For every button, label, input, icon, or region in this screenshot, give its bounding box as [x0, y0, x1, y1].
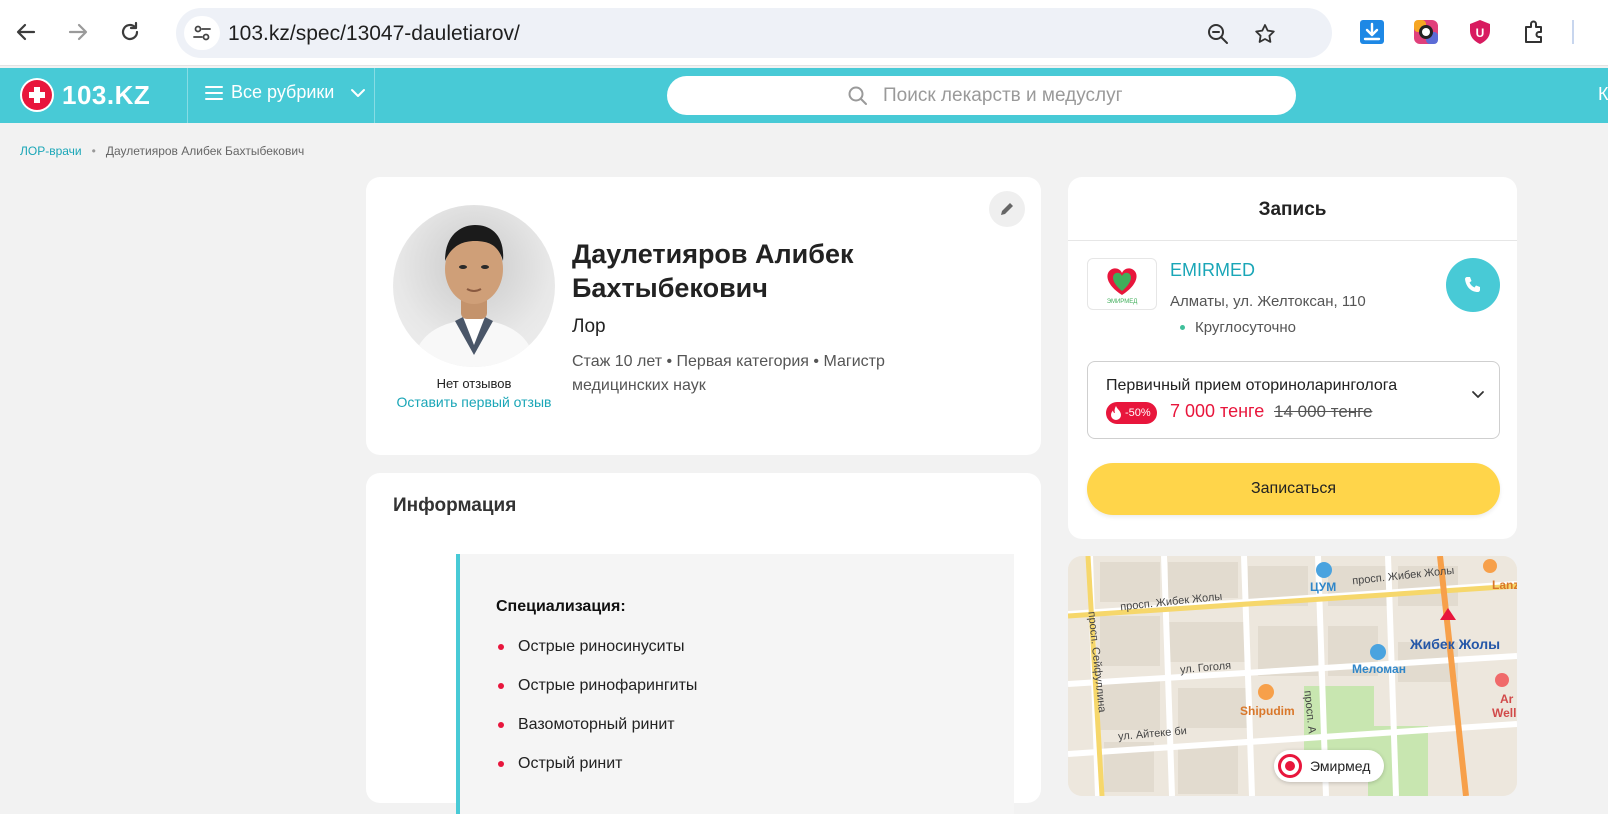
- fire-icon: [1111, 406, 1121, 420]
- svg-text:U: U: [1476, 26, 1485, 40]
- clinic-logo[interactable]: ЭМИРМЕД: [1087, 258, 1157, 310]
- download-extension-icon[interactable]: [1356, 16, 1388, 48]
- shield-extension-icon[interactable]: U: [1464, 16, 1496, 48]
- reload-icon: [121, 21, 139, 41]
- list-item: Вазомоторный ринит: [496, 716, 697, 755]
- specialization-list: Острые риносинуситы Острые ринофарингиты…: [496, 638, 697, 794]
- list-item: Острые риносинуситы: [496, 638, 697, 677]
- toolbar-divider: [1572, 20, 1574, 44]
- site-info-icon[interactable]: [184, 16, 220, 50]
- back-arrow-icon: [16, 23, 36, 41]
- booking-divider: [1068, 240, 1517, 241]
- map-poi-label: Wellne: [1492, 706, 1517, 720]
- header-divider-2: [374, 68, 375, 123]
- breadcrumb: ЛОР-врачи • Даулетияров Алибек Бахтыбеко…: [20, 144, 304, 158]
- url-text[interactable]: 103.kz/spec/13047-dauletiarov/: [228, 22, 520, 46]
- price-old: 14 000 тенге: [1274, 402, 1373, 421]
- booking-card: Запись ЭМИРМЕД EMIRMED Алматы, ул. Желто…: [1068, 177, 1517, 539]
- discount-badge: -50%: [1106, 402, 1157, 424]
- breadcrumb-current: Даулетияров Алибек Бахтыбекович: [105, 144, 305, 158]
- edit-button[interactable]: [989, 191, 1025, 227]
- clinic-logo-text: ЭМИРМЕД: [1107, 299, 1138, 305]
- doctor-card: Нет отзывов Оставить первый отзыв Даулет…: [366, 177, 1041, 455]
- site-logo[interactable]: 103.KZ: [20, 78, 150, 112]
- extensions-puzzle-icon[interactable]: [1518, 16, 1550, 48]
- open-status-dot: [1180, 325, 1185, 330]
- phone-icon: [1465, 277, 1480, 292]
- location-pin-icon: [1278, 754, 1302, 778]
- doctor-name: Даулетияров Алибек Бахтыбекович: [572, 239, 854, 303]
- bookmark-star-icon[interactable]: [1251, 20, 1279, 48]
- list-item: Острые ринофарингиты: [496, 677, 697, 716]
- back-button[interactable]: [10, 16, 42, 48]
- book-appointment-button[interactable]: Записаться: [1087, 463, 1500, 515]
- map-pin-label: Эмирмед: [1310, 758, 1371, 774]
- reload-button[interactable]: [114, 16, 146, 48]
- clinic-hours-text: Круглосуточно: [1195, 319, 1296, 336]
- all-rubrics-menu[interactable]: Все рубрики: [205, 82, 366, 103]
- doctor-avatar: [393, 205, 555, 367]
- map-poi-label: Shipudim: [1240, 704, 1295, 718]
- breadcrumb-separator: •: [91, 144, 96, 158]
- specialization-title: Специализация:: [496, 598, 626, 615]
- rubrics-label: Все рубрики: [231, 82, 335, 102]
- clinic-name-link[interactable]: EMIRMED: [1170, 260, 1255, 281]
- map-poi-label: Жибек Жолы: [1410, 636, 1501, 652]
- breadcrumb-link-lor[interactable]: ЛОР-врачи: [20, 144, 82, 158]
- site-header: 103.KZ Все рубрики Поиск лекарств и меду…: [0, 68, 1608, 123]
- header-right-link[interactable]: К: [1598, 84, 1608, 105]
- medical-cross-icon: [20, 78, 54, 112]
- call-button[interactable]: [1446, 258, 1500, 312]
- forward-arrow-icon: [68, 23, 88, 41]
- address-bar[interactable]: 103.kz/spec/13047-dauletiarov/: [176, 8, 1332, 58]
- chevron-down-icon: [1472, 391, 1484, 398]
- hamburger-icon: [205, 85, 223, 100]
- price-new: 7 000 тенге: [1170, 401, 1265, 421]
- doctor-specialty: Лор: [572, 316, 606, 337]
- logo-text: 103.KZ: [62, 79, 151, 110]
- header-divider: [187, 68, 188, 123]
- chevron-down-icon: [351, 88, 366, 97]
- no-reviews-text: Нет отзывов: [436, 376, 512, 391]
- forward-button[interactable]: [62, 16, 94, 48]
- list-item: Острый ринит: [496, 755, 697, 794]
- clinic-map[interactable]: просп. Жибек Жолы просп. Жибек Жолы прос…: [1068, 556, 1517, 796]
- discount-text: -50%: [1125, 407, 1151, 419]
- map-clinic-pin[interactable]: Эмирмед: [1274, 750, 1385, 782]
- search-placeholder: Поиск лекарств и медуслуг: [883, 85, 1123, 106]
- leave-review-link[interactable]: Оставить первый отзыв: [386, 393, 562, 411]
- map-poi-label: Lanzho: [1492, 578, 1517, 592]
- service-name: Первичный прием оториноларинголога: [1106, 377, 1398, 394]
- service-select[interactable]: Первичный прием оториноларинголога -50% …: [1087, 361, 1500, 439]
- browser-toolbar: 103.kz/spec/13047-dauletiarov/ U: [0, 0, 1608, 66]
- search-input[interactable]: Поиск лекарств и медуслуг: [667, 76, 1296, 115]
- clinic-address: Алматы, ул. Желтоксан, 110: [1170, 293, 1366, 310]
- map-poi-label: Ar: [1500, 692, 1514, 706]
- camera-extension-icon[interactable]: [1410, 16, 1442, 48]
- booking-title: Запись: [1258, 199, 1327, 220]
- map-poi-label: Меломан: [1352, 662, 1406, 676]
- info-title: Информация: [393, 495, 517, 516]
- search-icon: [848, 86, 867, 105]
- clinic-hours: Круглосуточно: [1180, 319, 1296, 336]
- doctor-meta: Стаж 10 лет • Первая категория • Магистр…: [572, 353, 885, 394]
- pencil-icon: [1001, 203, 1013, 215]
- map-poi-label: ЦУМ: [1310, 580, 1337, 594]
- specialization-block: Специализация: Острые риносинуситы Остры…: [456, 554, 1014, 814]
- info-card: Информация Специализация: Острые риносин…: [366, 473, 1041, 814]
- zoom-icon[interactable]: [1204, 20, 1232, 48]
